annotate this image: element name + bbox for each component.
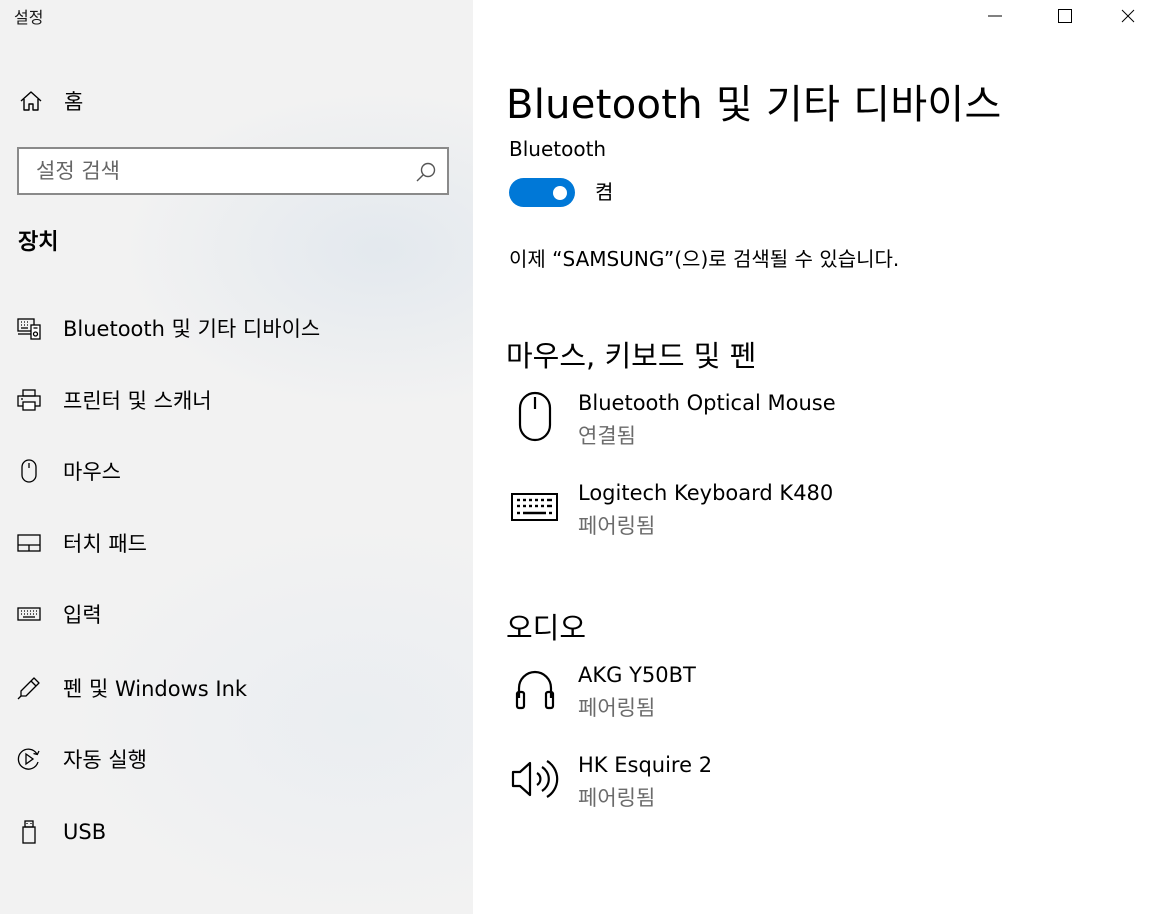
device-status: 연결됨 (578, 424, 636, 448)
keyboard-icon (509, 481, 561, 533)
device-item[interactable]: AKG Y50BT 페어링됨 (509, 663, 1109, 727)
sidebar-item-label: 자동 실행 (63, 748, 147, 772)
discoverable-text: 이제 “SAMSUNG”(으)로 검색될 수 있습니다. (509, 247, 900, 271)
page-title: Bluetooth 및 기타 디바이스 (506, 82, 1002, 128)
device-item[interactable]: Logitech Keyboard K480 페어링됨 (509, 481, 1109, 545)
device-name: Bluetooth Optical Mouse (578, 391, 836, 415)
sidebar-item-typing[interactable]: 입력 (0, 586, 473, 642)
device-name: Logitech Keyboard K480 (578, 481, 834, 505)
sidebar-item-label: USB (63, 820, 107, 844)
bluetooth-label: Bluetooth (509, 137, 607, 161)
usb-icon (16, 819, 42, 845)
home-icon (18, 88, 44, 114)
mouse-icon (509, 391, 561, 443)
speaker-icon (509, 753, 561, 805)
app-title: 설정 (14, 8, 44, 27)
autoplay-icon (16, 746, 42, 772)
group-title-input-devices: 마우스, 키보드 및 펜 (506, 339, 757, 373)
toggle-state-label: 켬 (595, 180, 614, 204)
main-content: Bluetooth 및 기타 디바이스 Bluetooth 켬 이제 “SAMS… (473, 0, 1156, 914)
bluetooth-toggle[interactable] (509, 178, 575, 207)
sidebar-item-label: 펜 및 Windows Ink (63, 677, 248, 701)
bluetooth-devices-icon (16, 315, 42, 341)
sidebar-item-label: 터치 패드 (63, 532, 147, 556)
sidebar-item-label: 마우스 (63, 460, 121, 484)
home-link[interactable]: 홈 (18, 86, 83, 116)
sidebar-item-usb[interactable]: USB (0, 804, 473, 860)
home-label: 홈 (64, 90, 84, 114)
device-status: 페어링됨 (578, 696, 656, 720)
sidebar-item-mouse[interactable]: 마우스 (0, 443, 473, 499)
search-input[interactable] (19, 149, 447, 193)
search-box[interactable] (17, 147, 449, 195)
sidebar-item-label: 프린터 및 스캐너 (63, 389, 212, 413)
search-icon[interactable] (415, 161, 437, 183)
pen-icon (16, 675, 42, 701)
device-status: 페어링됨 (578, 514, 656, 538)
headphones-icon (509, 663, 561, 715)
touchpad-icon (16, 530, 42, 556)
sidebar: 설정 홈 장치 (0, 0, 473, 914)
sidebar-item-pen[interactable]: 펜 및 Windows Ink (0, 660, 473, 716)
mouse-icon (16, 458, 42, 484)
device-name: AKG Y50BT (578, 663, 696, 687)
device-name: HK Esquire 2 (578, 753, 713, 777)
sidebar-item-autoplay[interactable]: 자동 실행 (0, 731, 473, 787)
group-title-audio: 오디오 (506, 611, 587, 645)
section-title: 장치 (18, 230, 59, 255)
sidebar-item-label: Bluetooth 및 기타 디바이스 (63, 317, 321, 341)
sidebar-item-label: 입력 (63, 603, 102, 627)
device-status: 페어링됨 (578, 786, 656, 810)
sidebar-item-printers[interactable]: 프린터 및 스캐너 (0, 372, 473, 428)
printer-icon (16, 387, 42, 413)
sidebar-item-bluetooth[interactable]: Bluetooth 및 기타 디바이스 (0, 300, 473, 356)
toggle-knob (553, 185, 567, 200)
device-item[interactable]: HK Esquire 2 페어링됨 (509, 753, 1109, 817)
keyboard-icon (16, 601, 42, 627)
sidebar-item-touchpad[interactable]: 터치 패드 (0, 515, 473, 571)
device-item[interactable]: Bluetooth Optical Mouse 연결됨 (509, 391, 1109, 455)
